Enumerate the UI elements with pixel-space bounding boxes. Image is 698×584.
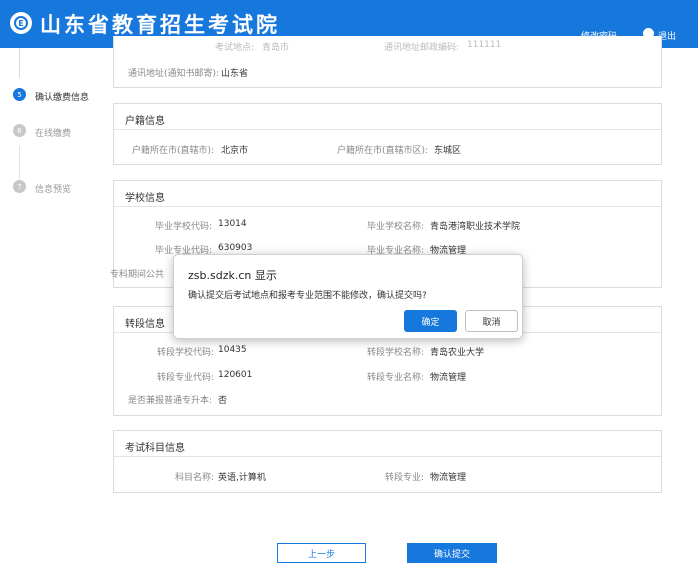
confirm-dialog: zsb.sdzk.cn 显示 确认提交后考试地点和报考专业范围不能修改，确认提交… xyxy=(173,254,523,339)
school-name-value: 青岛港湾职业技术学院 xyxy=(430,222,521,232)
transfer-school-name-value: 青岛农业大学 xyxy=(430,348,485,358)
step-label-confirm-payment[interactable]: 确认缴费信息 xyxy=(35,90,89,103)
transfer-major-value: 物流管理 xyxy=(430,473,467,483)
card-title: 考试科目信息 xyxy=(125,443,185,454)
divider xyxy=(114,206,661,207)
transfer-school-name-label: 转段学校名称: xyxy=(366,348,424,358)
school-name-label: 毕业学校名称: xyxy=(366,222,424,232)
general-upgrade-value: 否 xyxy=(218,396,228,406)
transfer-major-code-value: 120601 xyxy=(218,370,253,380)
transfer-major-label: 转段专业: xyxy=(384,473,424,483)
household-district-label: 户籍所在市(直辖市区): xyxy=(336,146,428,156)
step-connector xyxy=(19,146,20,182)
household-province-value: 北京市 xyxy=(221,146,249,156)
postcode-value: 111111 xyxy=(467,40,502,50)
transfer-major-name-label: 转段专业名称: xyxy=(366,373,424,383)
card-title: 学校信息 xyxy=(125,193,165,204)
address-card: 考试地点: 青岛市 通讯地址邮政编码: 111111 通讯地址(通知书邮寄): … xyxy=(113,36,662,88)
exam-location-value: 青岛市 xyxy=(262,43,290,53)
transfer-major-code-label: 转段专业代码: xyxy=(156,373,214,383)
dialog-cancel-button[interactable]: 取消 xyxy=(465,310,518,332)
step-label-preview[interactable]: 信息预览 xyxy=(35,182,71,195)
divider xyxy=(114,129,661,130)
logo-icon: E xyxy=(10,12,32,34)
step-sidebar: 5 确认缴费信息 6 在线缴费 7 信息预览 xyxy=(0,48,100,198)
dialog-message: 确认提交后考试地点和报考专业范围不能修改，确认提交吗? xyxy=(188,291,427,301)
divider xyxy=(114,456,661,457)
site-title: 山东省教育招生考试院 xyxy=(40,12,280,37)
transfer-major-name-value: 物流管理 xyxy=(430,373,467,383)
school-code-label: 毕业学校代码: xyxy=(154,222,212,232)
address-label: 通讯地址(通知书邮寄): xyxy=(127,69,219,79)
dialog-title: zsb.sdzk.cn 显示 xyxy=(188,269,277,282)
dialog-ok-button[interactable]: 确定 xyxy=(404,310,457,332)
postcode-label: 通讯地址邮政编码: xyxy=(383,43,459,53)
transfer-school-code-value: 10435 xyxy=(218,345,247,355)
general-upgrade-label: 是否兼报普通专升本: xyxy=(127,396,212,406)
confirm-submit-button[interactable]: 确认提交 xyxy=(407,543,497,563)
transfer-school-code-label: 转段学校代码: xyxy=(156,348,214,358)
exam-location-label: 考试地点: xyxy=(214,43,254,53)
public-course-label: 专科期间公共 xyxy=(110,270,165,280)
step-connector xyxy=(19,48,20,78)
exam-subject-card: 考试科目信息 科目名称: 英语,计算机 转段专业: 物流管理 xyxy=(113,430,662,493)
step-7-icon: 7 xyxy=(13,180,26,193)
step-5-icon: 5 xyxy=(13,88,26,101)
previous-step-button[interactable]: 上一步 xyxy=(277,543,366,563)
household-province-label: 户籍所在市(直辖市): xyxy=(131,146,214,156)
card-title: 户籍信息 xyxy=(125,116,165,127)
step-6-icon: 6 xyxy=(13,124,26,137)
subject-name-value: 英语,计算机 xyxy=(218,473,266,483)
household-district-value: 东城区 xyxy=(434,146,462,156)
subject-name-label: 科目名称: xyxy=(174,473,214,483)
step-label-online-payment[interactable]: 在线缴费 xyxy=(35,126,71,139)
address-value: 山东省 xyxy=(221,69,249,79)
card-title: 转段信息 xyxy=(125,319,165,330)
school-code-value: 13014 xyxy=(218,219,247,229)
major-code-value: 630903 xyxy=(218,243,253,253)
household-card: 户籍信息 户籍所在市(直辖市): 北京市 户籍所在市(直辖市区): 东城区 xyxy=(113,103,662,165)
